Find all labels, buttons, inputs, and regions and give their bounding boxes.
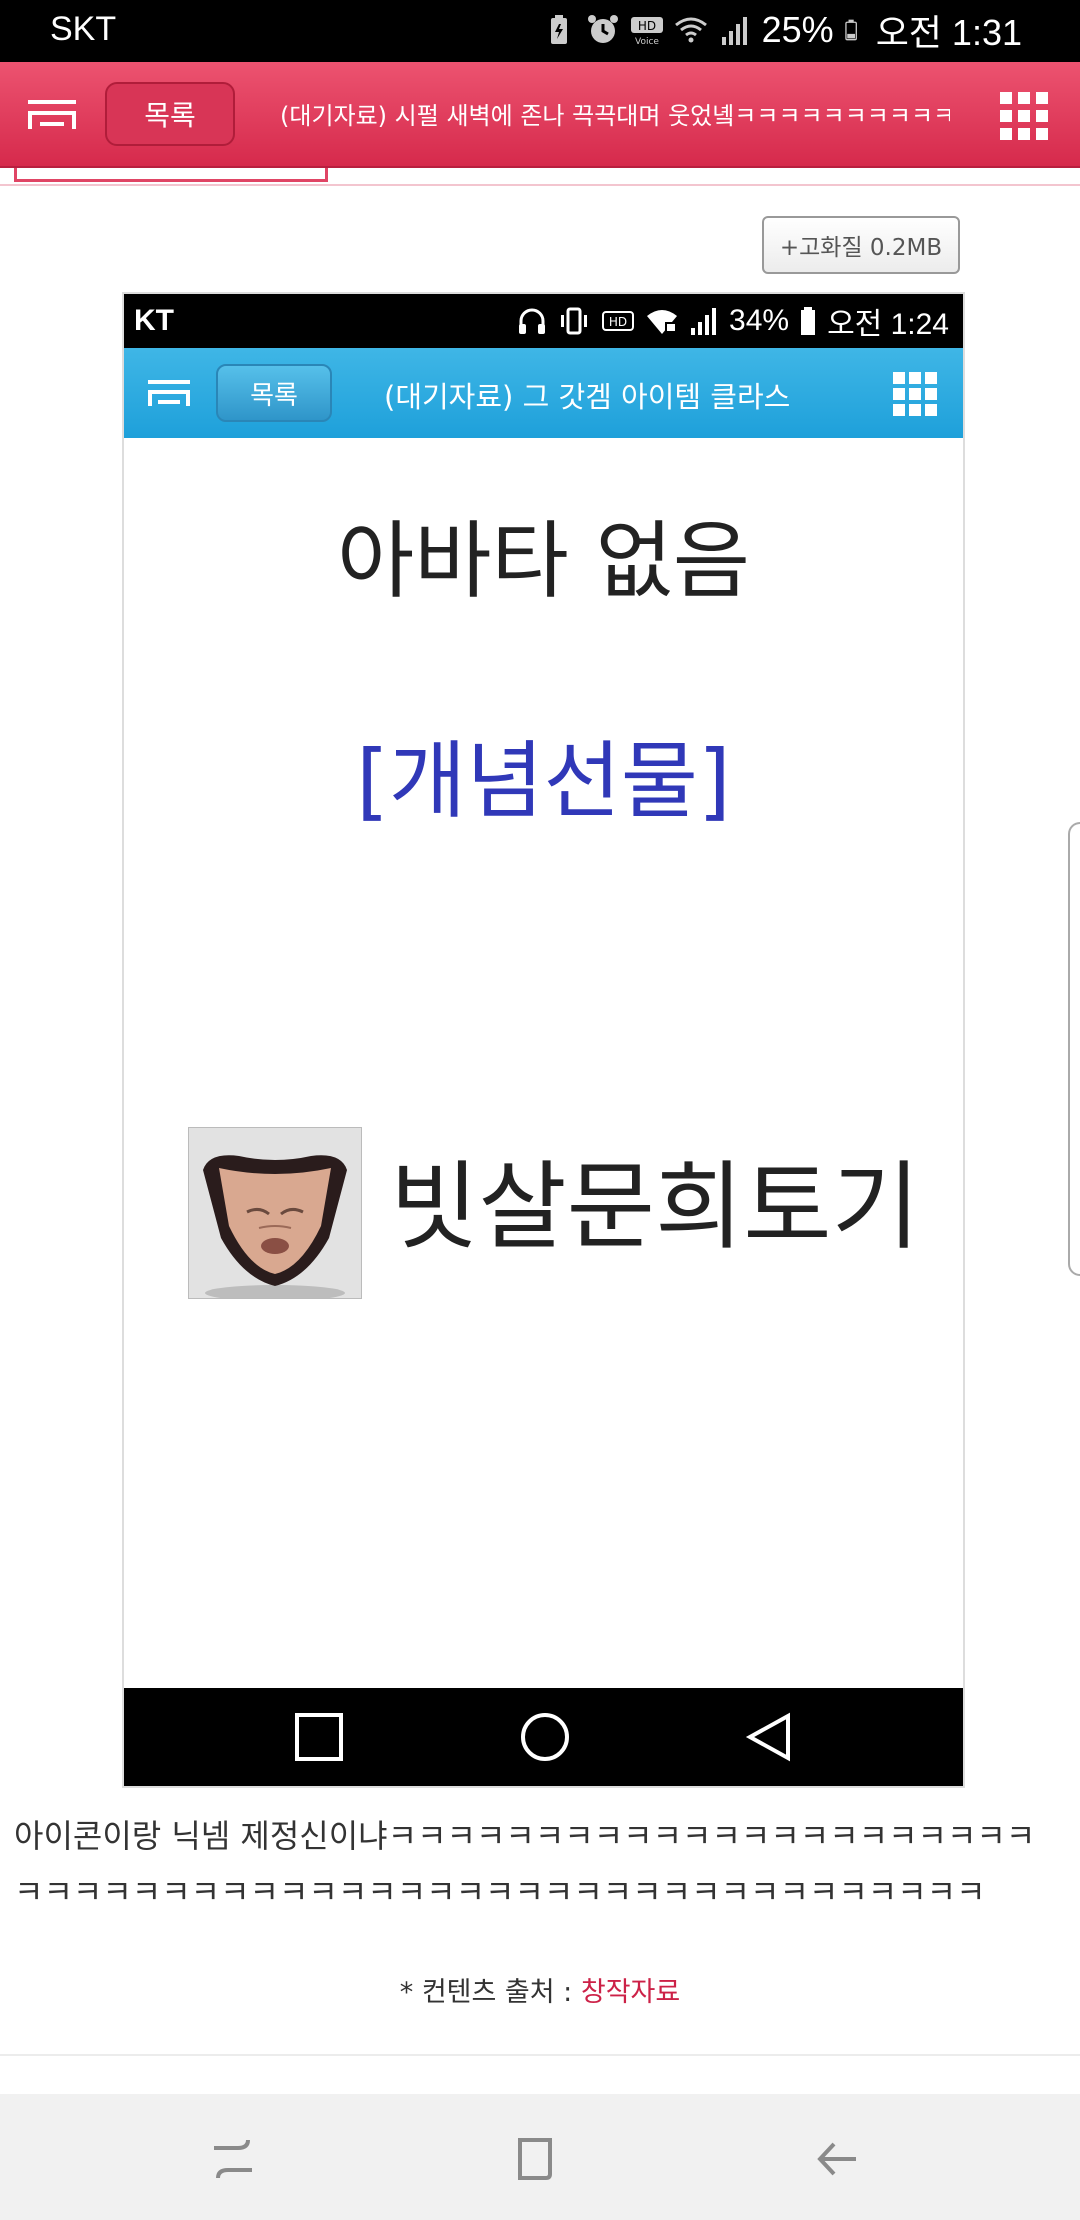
- recents-icon[interactable]: [208, 2134, 258, 2184]
- battery-saver-icon: [550, 15, 567, 44]
- active-tab-indicator[interactable]: [14, 168, 328, 182]
- back-icon[interactable]: [812, 2134, 862, 2184]
- no-avatar-heading: 아바타 없음: [336, 512, 751, 610]
- signal-icon: [721, 17, 747, 45]
- svg-text:HD: HD: [609, 315, 627, 329]
- alarm-icon: [587, 15, 618, 43]
- headphones-icon: [519, 308, 546, 334]
- hd-voice-icon: HD Voice: [630, 17, 663, 47]
- status-icons: HD Voice 25% 오전 1:31: [542, 8, 1022, 53]
- tab-strip: [0, 168, 1080, 186]
- embedded-title: (대기자료) 그 갓겜 아이템 클라스: [384, 380, 791, 414]
- svg-text:Voice: Voice: [635, 37, 659, 47]
- embedded-battery-percent: 34%: [729, 304, 790, 337]
- battery-icon: [844, 19, 857, 41]
- embedded-status-bar: KT HD 34% 오전 1:24: [124, 294, 963, 348]
- source-link[interactable]: 창작자료: [581, 1977, 680, 2008]
- embedded-header: 목록 (대기자료) 그 갓겜 아이템 클라스: [124, 348, 963, 438]
- status-bar: SKT HD Voice 25% 오전 1:31: [0, 0, 1080, 62]
- app-header: 목록 (대기자료) 시펄 새벽에 존나 끅끅대며 웃었녴ㅋㅋㅋㅋㅋㅋㅋㅋㅋㅋㅋ: [0, 62, 1080, 168]
- post-title: (대기자료) 시펄 새벽에 존나 끅끅대며 웃었녴ㅋㅋㅋㅋㅋㅋㅋㅋㅋㅋㅋ: [280, 102, 950, 130]
- divider: [0, 2054, 1080, 2056]
- clock: 오전 1:31: [875, 12, 1022, 53]
- avatar-image: [188, 1127, 362, 1301]
- embedded-nav-bar: [124, 1688, 963, 1786]
- battery-percent: 25%: [761, 9, 834, 50]
- embedded-grid-icon: [893, 372, 937, 416]
- content-source: * 컨텐츠 출처 : 창작자료: [0, 1970, 1080, 2009]
- embedded-status-icons: HD 34% 오전 1:24: [517, 300, 949, 342]
- embedded-back-icon: [745, 1712, 790, 1762]
- post-body: 아이콘이랑 닉넴 제정신이냐ㅋㅋㅋㅋㅋㅋㅋㅋㅋㅋㅋㅋㅋㅋㅋㅋㅋㅋㅋㅋㅋㅋㅋㅋㅋㅋ…: [14, 1817, 1036, 1911]
- nickname: 빗살문희토기: [390, 1151, 920, 1263]
- vibrate-icon: [561, 307, 588, 335]
- embedded-list-button: 목록: [216, 364, 332, 422]
- scroll-handle[interactable]: [1068, 822, 1080, 1276]
- source-prefix: * 컨텐츠 출처 :: [399, 1977, 581, 2008]
- wifi-icon: [674, 17, 707, 43]
- embedded-recent-icon: [295, 1713, 343, 1761]
- high-quality-button[interactable]: +고화질 0.2MB: [762, 216, 960, 274]
- embedded-home-icon: [521, 1713, 569, 1761]
- carrier-label: SKT: [50, 10, 117, 48]
- embedded-signal-icon: [691, 308, 717, 335]
- grid-menu-icon[interactable]: [1000, 92, 1048, 140]
- embedded-clock: 오전 1:24: [827, 308, 949, 341]
- embedded-battery-icon: [801, 307, 816, 335]
- wifi-lock-icon: [647, 310, 678, 334]
- post-image: KT HD 34% 오전 1:24 목록 (대기자료) 그 갓겜 아이템 클라스…: [122, 292, 965, 1788]
- embedded-menu-icon: [148, 380, 190, 406]
- svg-text:HD: HD: [637, 19, 655, 33]
- gift-label: [개념선물]: [356, 732, 731, 830]
- system-nav-bar: [0, 2094, 1080, 2220]
- hd-icon: HD: [602, 311, 635, 331]
- menu-icon[interactable]: [26, 96, 78, 132]
- home-icon[interactable]: [510, 2134, 560, 2184]
- embedded-carrier: KT: [134, 304, 174, 337]
- list-button[interactable]: 목록: [105, 82, 235, 146]
